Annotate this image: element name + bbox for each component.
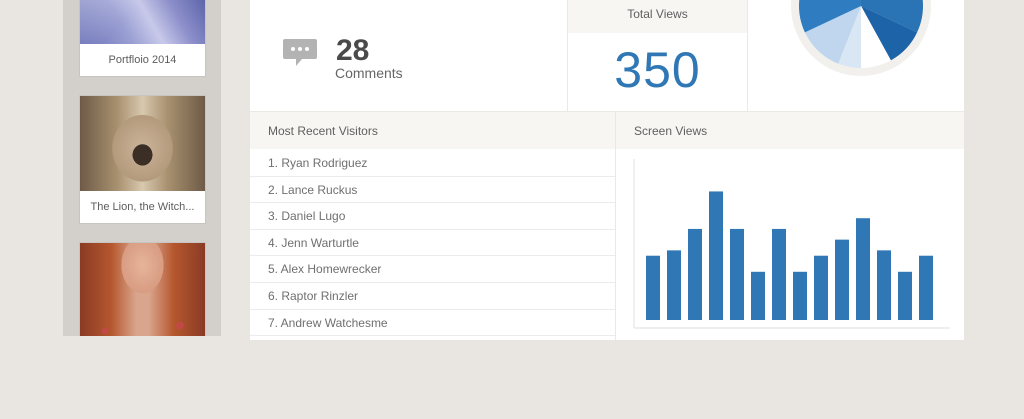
bar[interactable] <box>709 191 723 320</box>
visitor-item[interactable]: 2. Lance Ruckus <box>250 177 615 204</box>
portrait-image <box>80 243 205 336</box>
visitor-item[interactable]: 7. Andrew Watchesme <box>250 310 615 337</box>
screen-views-chart <box>615 149 964 340</box>
visitor-item[interactable]: 3. Daniel Lugo <box>250 203 615 230</box>
bar[interactable] <box>730 228 744 320</box>
comment-bubble-icon <box>283 39 317 66</box>
bar[interactable] <box>877 250 891 320</box>
bar[interactable] <box>919 255 933 320</box>
dashboard-panel: 28 Comments Total Views 350 Most Recent … <box>250 0 964 340</box>
sidebar: Portfloio 2014 The Lion, the Witch... <box>63 0 221 336</box>
lion-thumbnail[interactable]: The Lion, the Witch... <box>79 95 206 224</box>
bar[interactable] <box>667 250 681 320</box>
pie-chart-widget <box>748 0 964 111</box>
bar[interactable] <box>772 228 786 320</box>
screen-views-title: Screen Views <box>615 111 964 149</box>
comments-widget: 28 Comments <box>250 0 568 111</box>
pie-chart <box>791 0 931 76</box>
total-views-value: 350 <box>614 42 701 98</box>
visitors-title: Most Recent Visitors <box>250 111 615 149</box>
bar[interactable] <box>835 239 849 320</box>
visitor-list: 1. Ryan Rodriguez 2. Lance Ruckus 3. Danie… <box>250 150 615 337</box>
bar[interactable] <box>898 271 912 320</box>
bar[interactable] <box>793 271 807 320</box>
total-views-label: Total Views <box>568 0 747 33</box>
bar[interactable] <box>814 255 828 320</box>
comments-count: 28 <box>336 34 370 67</box>
portfolio-thumbnail[interactable]: Portfloio 2014 <box>79 0 206 77</box>
visitor-item[interactable]: 4. Jenn Warturtle <box>250 230 615 257</box>
portfolio-image <box>80 0 205 44</box>
thumbnail-caption: Portfloio 2014 <box>108 54 177 66</box>
portrait-thumbnail[interactable] <box>79 242 206 336</box>
screen-views-bar-chart <box>633 159 950 329</box>
thumbnail-caption: The Lion, the Witch... <box>90 201 195 213</box>
bar[interactable] <box>646 255 660 320</box>
comments-label: Comments <box>335 65 403 81</box>
bar[interactable] <box>688 228 702 320</box>
visitor-item[interactable]: 6. Raptor Rinzler <box>250 283 615 310</box>
visitor-item[interactable]: 5. Alex Homewrecker <box>250 256 615 283</box>
total-views-widget: Total Views 350 <box>568 0 748 111</box>
visitor-item[interactable]: 1. Ryan Rodriguez <box>250 150 615 177</box>
bar[interactable] <box>856 218 870 320</box>
bar[interactable] <box>751 271 765 320</box>
lion-image <box>80 96 205 191</box>
